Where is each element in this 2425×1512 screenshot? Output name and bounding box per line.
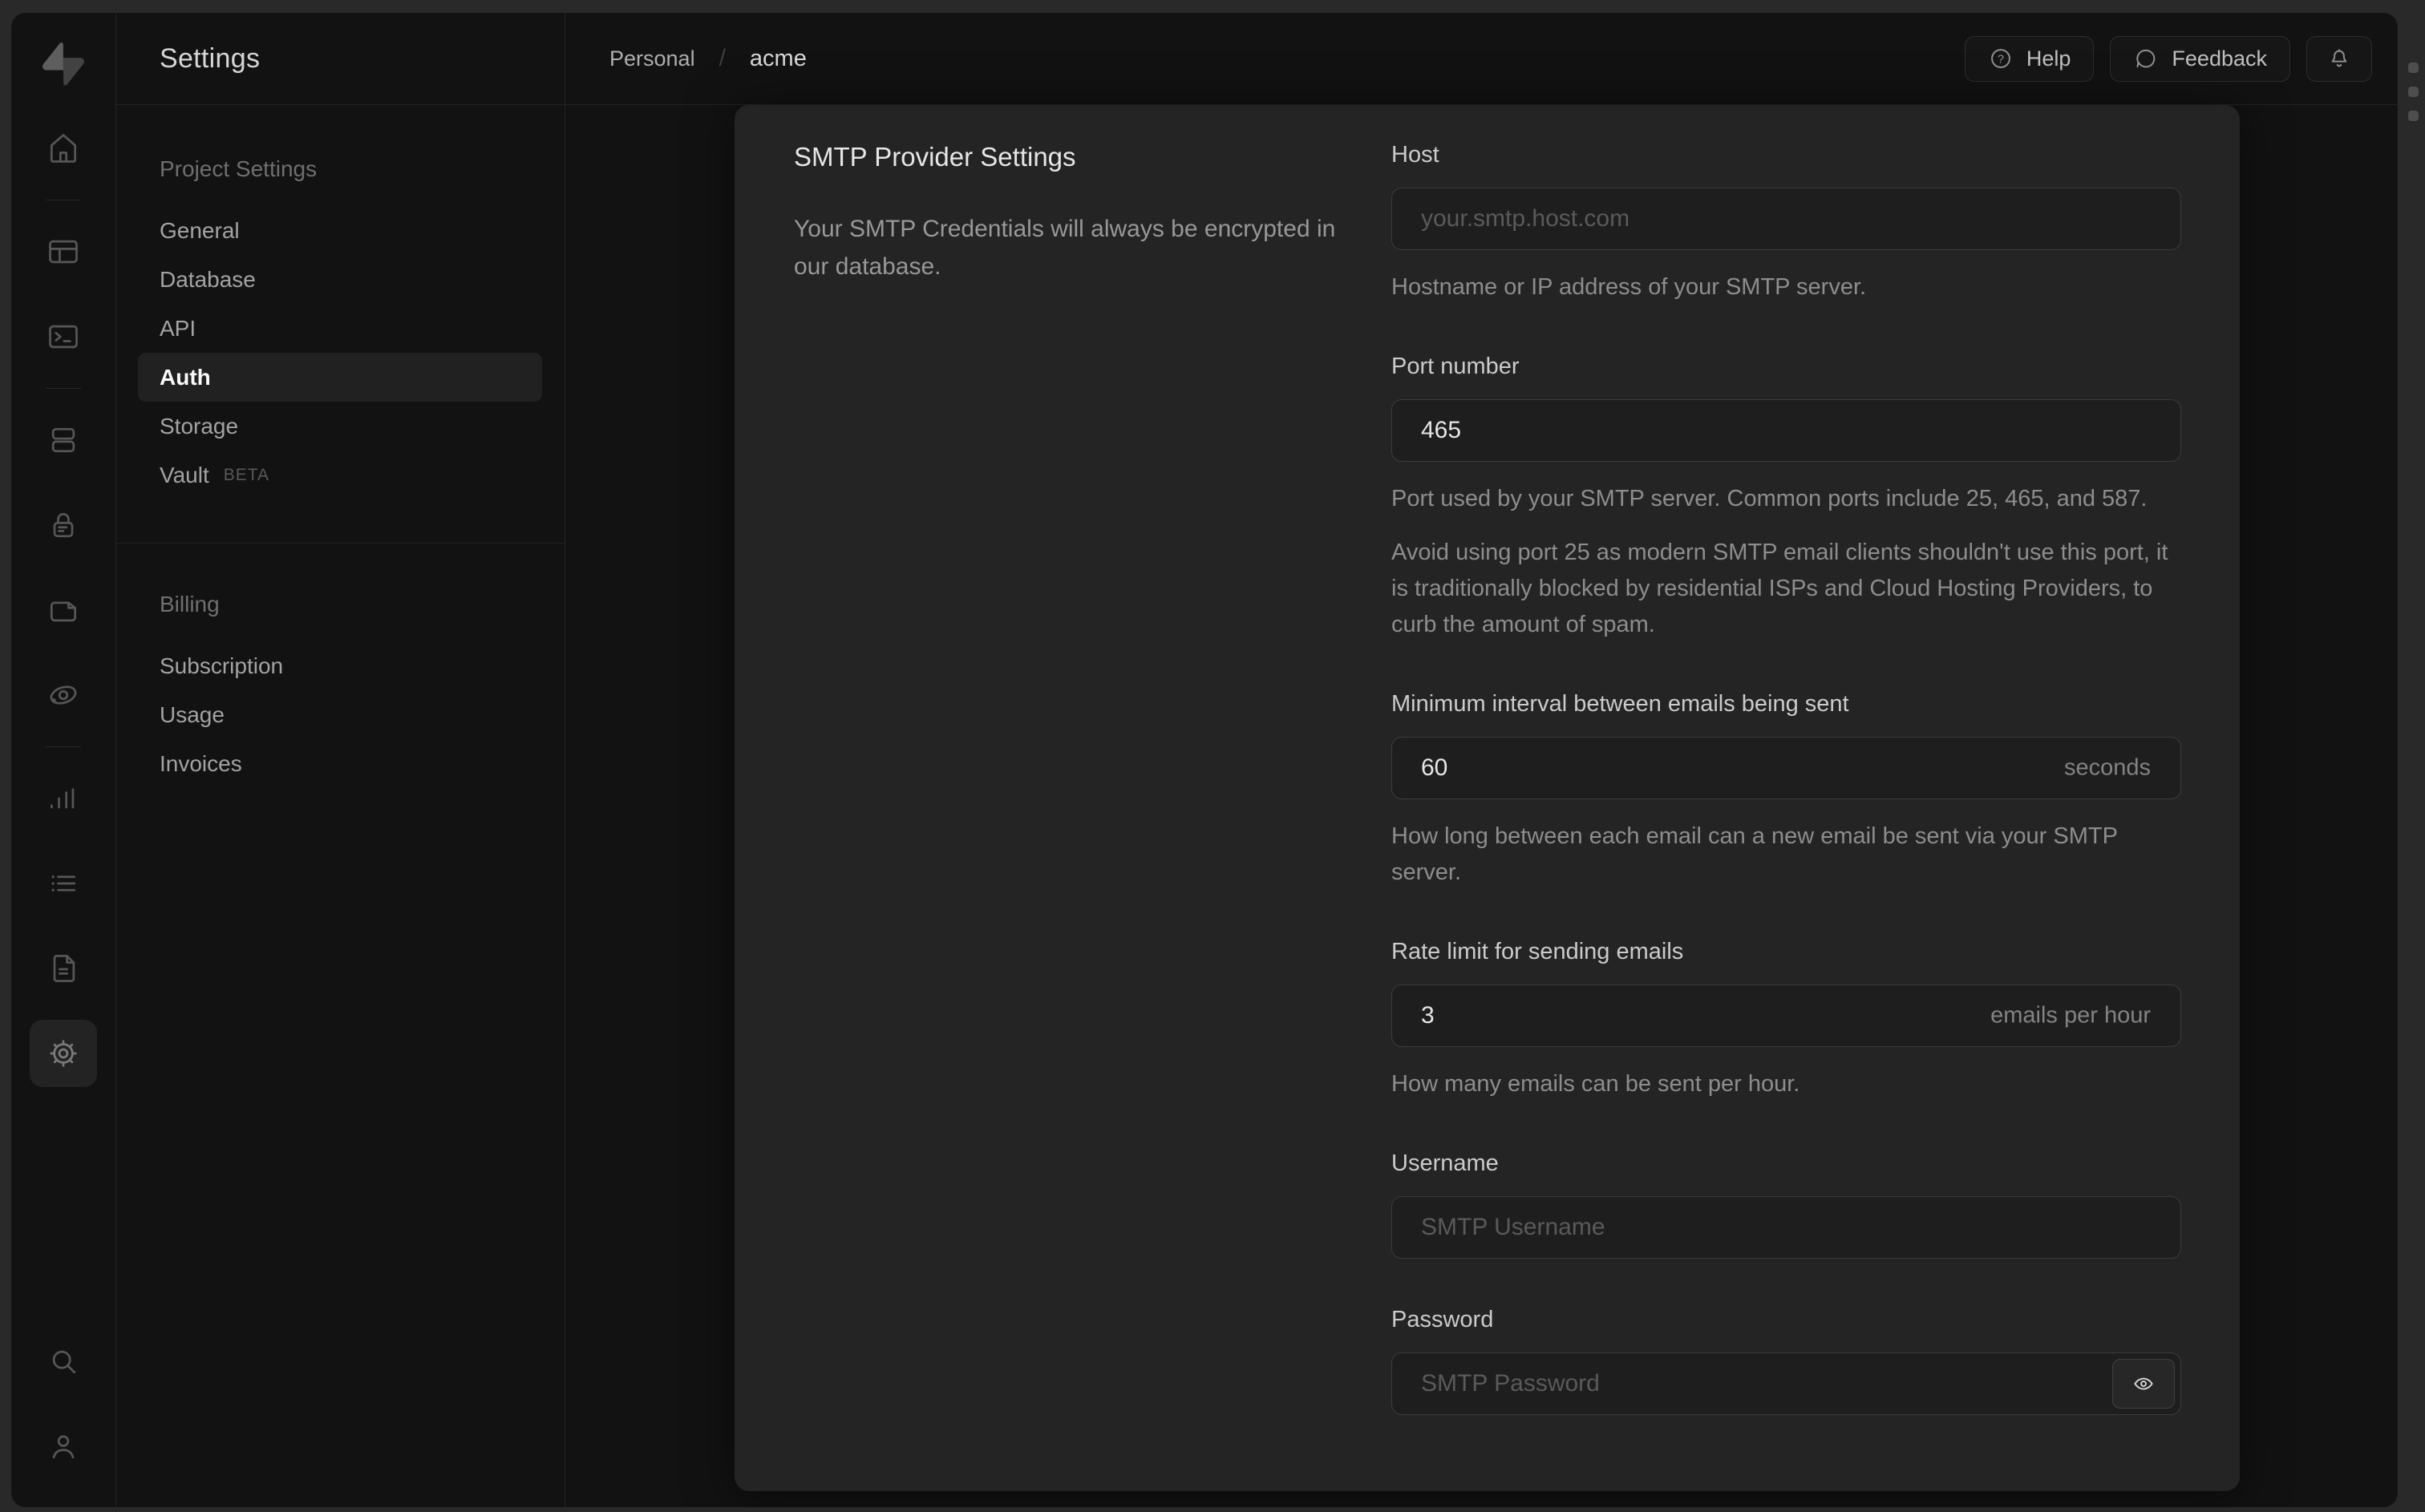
help-circle-icon: ? <box>1990 49 2010 68</box>
help-button-label: Help <box>2026 46 2071 71</box>
panel-title: SMTP Provider Settings <box>794 142 1076 172</box>
speech-bubble-icon <box>2136 49 2156 68</box>
port-input[interactable] <box>1391 398 2181 462</box>
interval-help-text: How long between each email can a new em… <box>1391 823 2118 885</box>
sidebar-item-api[interactable]: API <box>138 304 542 353</box>
svg-text:?: ? <box>1998 53 2004 66</box>
username-field-group: Username <box>1391 1150 2181 1259</box>
app-window: Settings Project Settings General Databa… <box>11 13 2398 1507</box>
settings-sidebar: Settings Project Settings General Databa… <box>116 13 565 1507</box>
breadcrumb-project[interactable]: acme <box>750 46 807 72</box>
host-input[interactable] <box>1391 188 2181 250</box>
profile-icon[interactable] <box>30 1413 97 1480</box>
rate-limit-input[interactable] <box>1391 984 2181 1047</box>
help-button[interactable]: ? Help <box>1964 35 2095 82</box>
username-input[interactable] <box>1391 1195 2181 1259</box>
topbar: Personal / acme ? Help Feedback <box>565 13 2398 105</box>
username-label: Username <box>1391 1150 1499 1176</box>
sql-editor-icon[interactable] <box>30 303 97 370</box>
database-icon[interactable] <box>30 406 97 474</box>
sidebar-item-vault[interactable]: Vault BETA <box>138 451 542 499</box>
rate-limit-help-text: How many emails can be sent per hour. <box>1391 1070 1800 1097</box>
sidebar-item-database[interactable]: Database <box>138 255 542 304</box>
sidebar-item-storage[interactable]: Storage <box>138 402 542 451</box>
sidebar-item-invoices[interactable]: Invoices <box>138 739 542 788</box>
rate-limit-label: Rate limit for sending emails <box>1391 938 1684 964</box>
smtp-settings-panel: SMTP Provider Settings Your SMTP Credent… <box>735 105 2240 1491</box>
sidebar-item-general[interactable]: General <box>138 206 542 255</box>
auth-icon[interactable] <box>30 491 97 559</box>
eye-icon <box>2134 1377 2153 1389</box>
interval-input[interactable] <box>1391 736 2181 799</box>
reveal-password-button[interactable] <box>2112 1358 2175 1409</box>
feedback-button[interactable]: Feedback <box>2110 35 2290 82</box>
menu-divider <box>116 543 565 544</box>
section-label-billing: Billing <box>160 592 220 617</box>
port-help-text-2: Avoid using port 25 as modern SMTP email… <box>1391 539 2168 637</box>
section-label-project-settings: Project Settings <box>160 156 318 181</box>
icon-rail <box>11 13 116 1507</box>
password-input[interactable] <box>1391 1352 2181 1415</box>
settings-sidebar-header: Settings <box>116 13 565 105</box>
panel-description: Your SMTP Credentials will always be enc… <box>794 216 1336 280</box>
scrollbar-dot[interactable] <box>2408 63 2419 73</box>
settings-icon[interactable] <box>30 1020 97 1087</box>
feedback-button-label: Feedback <box>2172 46 2267 71</box>
bell-icon <box>2331 49 2347 67</box>
breadcrumb-separator: / <box>719 45 726 71</box>
edge-functions-icon[interactable] <box>30 661 97 729</box>
breadcrumb-org[interactable]: Personal <box>609 46 695 71</box>
reports-icon[interactable] <box>30 765 97 832</box>
supabase-logo-icon <box>43 42 84 86</box>
logs-icon[interactable] <box>30 850 97 917</box>
password-label: Password <box>1391 1306 1494 1332</box>
host-help-text: Hostname or IP address of your SMTP serv… <box>1391 274 1867 300</box>
interval-field-group: Minimum interval between emails being se… <box>1391 691 2181 891</box>
rail-divider <box>46 746 81 747</box>
host-label: Host <box>1391 142 1439 168</box>
vault-label: Vault <box>160 462 209 487</box>
beta-badge: BETA <box>223 465 270 484</box>
page-title: Settings <box>160 42 261 74</box>
content-area: SMTP Provider Settings Your SMTP Credent… <box>565 105 2398 1507</box>
api-docs-icon[interactable] <box>30 935 97 1002</box>
sidebar-item-subscription[interactable]: Subscription <box>138 641 542 690</box>
home-icon[interactable] <box>30 115 97 182</box>
sidebar-item-auth[interactable]: Auth <box>138 353 542 402</box>
rate-limit-field-group: Rate limit for sending emails emails per… <box>1391 939 2181 1102</box>
rail-divider <box>46 388 81 389</box>
interval-label: Minimum interval between emails being se… <box>1391 690 1849 717</box>
search-icon[interactable] <box>30 1328 97 1395</box>
scrollbar-dot[interactable] <box>2408 111 2419 121</box>
port-help-text: Port used by your SMTP server. Common po… <box>1391 485 2148 511</box>
port-label: Port number <box>1391 353 1520 379</box>
storage-icon[interactable] <box>30 576 97 644</box>
sidebar-item-usage[interactable]: Usage <box>138 690 542 739</box>
scrollbar-dot[interactable] <box>2408 87 2419 97</box>
notifications-button[interactable] <box>2306 35 2372 82</box>
table-editor-icon[interactable] <box>30 218 97 285</box>
host-field-group: Host Hostname or IP address of your SMTP… <box>1391 142 2181 305</box>
port-field-group: Port number Port used by your SMTP serve… <box>1391 354 2181 643</box>
password-field-group: Password <box>1391 1307 2181 1415</box>
